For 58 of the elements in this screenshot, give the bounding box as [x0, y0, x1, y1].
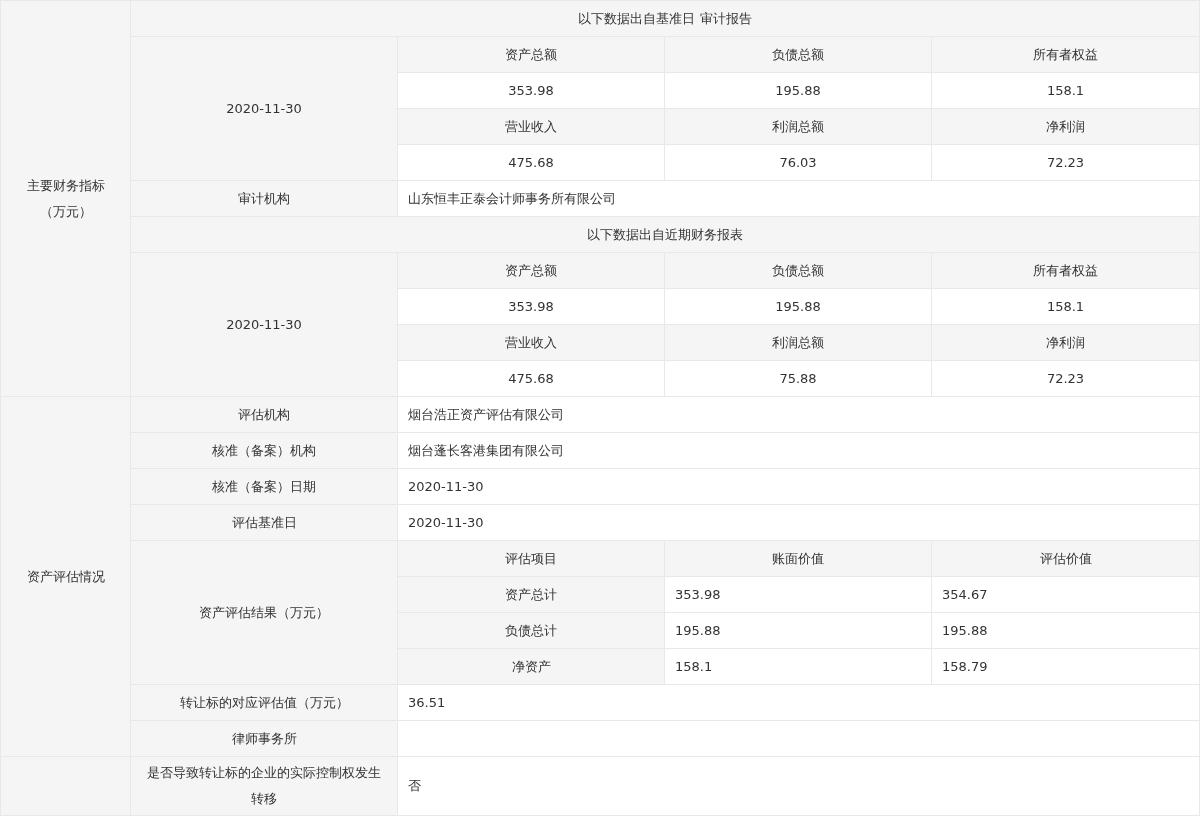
column-header: 营业收入 — [397, 108, 665, 145]
column-header: 负债总额 — [664, 252, 932, 289]
table-cell: 2020-11-30 — [397, 468, 1200, 505]
table-cell: 72.23 — [931, 360, 1200, 397]
table-cell: 353.98 — [664, 576, 932, 613]
table-cell: 475.68 — [397, 360, 665, 397]
section-label: 主要财务指标（万元） — [0, 0, 131, 397]
column-header: 净利润 — [931, 108, 1200, 145]
row-label: 负债总计 — [397, 612, 665, 649]
column-header: 资产总额 — [397, 252, 665, 289]
column-header: 所有者权益 — [931, 252, 1200, 289]
table-cell: 158.1 — [664, 648, 932, 685]
row-label: 评估基准日 — [130, 504, 398, 541]
table-cell: 158.1 — [931, 288, 1200, 325]
table-cell: 2020-11-30 — [397, 504, 1200, 541]
table-cell: 36.51 — [397, 684, 1200, 721]
column-header: 评估价值 — [931, 540, 1200, 577]
table-cell: 否 — [397, 756, 1200, 816]
table-cell: 195.88 — [664, 288, 932, 325]
row-label: 审计机构 — [130, 180, 398, 217]
table-cell: 烟台浩正资产评估有限公司 — [397, 396, 1200, 433]
row-label: 转让标的对应评估值（万元） — [130, 684, 398, 721]
row-label: 核准（备案）日期 — [130, 468, 398, 505]
column-header: 利润总额 — [664, 108, 932, 145]
table-cell: 158.1 — [931, 72, 1200, 109]
column-header: 净利润 — [931, 324, 1200, 361]
table-cell: 195.88 — [664, 72, 932, 109]
date-cell: 2020-11-30 — [130, 36, 398, 181]
column-header: 账面价值 — [664, 540, 932, 577]
table-cell: 195.88 — [664, 612, 932, 649]
table-cell: 76.03 — [664, 144, 932, 181]
section-label: 资产评估情况 — [0, 396, 131, 757]
column-header: 营业收入 — [397, 324, 665, 361]
table-cell: 75.88 — [664, 360, 932, 397]
column-header: 利润总额 — [664, 324, 932, 361]
row-label: 是否导致转让标的企业的实际控制权发生转移 — [130, 756, 398, 816]
column-header: 资产总额 — [397, 36, 665, 73]
table-cell: 72.23 — [931, 144, 1200, 181]
row-label: 资产评估结果（万元） — [130, 540, 398, 685]
column-header: 负债总额 — [664, 36, 932, 73]
row-label: 律师事务所 — [130, 720, 398, 757]
table-cell: 475.68 — [397, 144, 665, 181]
table-cell: 195.88 — [931, 612, 1200, 649]
table-cell: 353.98 — [397, 288, 665, 325]
column-header: 评估项目 — [397, 540, 665, 577]
table-cell: 山东恒丰正泰会计师事务所有限公司 — [397, 180, 1200, 217]
row-label: 净资产 — [397, 648, 665, 685]
table-cell: 158.79 — [931, 648, 1200, 685]
table-cell: 烟台蓬长客港集团有限公司 — [397, 432, 1200, 469]
row-label: 资产总计 — [397, 576, 665, 613]
section-heading: 以下数据出自近期财务报表 — [130, 216, 1200, 253]
row-label: 核准（备案）机构 — [130, 432, 398, 469]
table-cell: 353.98 — [397, 72, 665, 109]
date-cell: 2020-11-30 — [130, 252, 398, 397]
row-label: 评估机构 — [130, 396, 398, 433]
column-header: 所有者权益 — [931, 36, 1200, 73]
table-cell: 354.67 — [931, 576, 1200, 613]
section-heading: 以下数据出自基准日 审计报告 — [130, 0, 1200, 37]
